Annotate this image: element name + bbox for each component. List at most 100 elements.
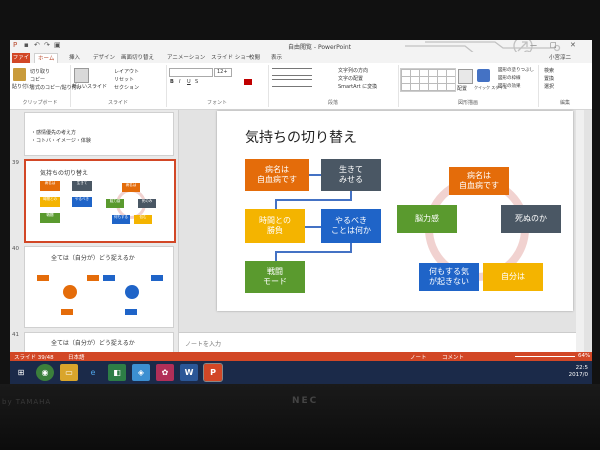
font-size-box[interactable]: 12+: [214, 68, 232, 77]
smartart-button[interactable]: SmartArt に変換: [338, 83, 377, 90]
tab-animations[interactable]: アニメーション: [164, 53, 208, 63]
cycle-box-1[interactable]: 病名は 自血病です: [449, 167, 509, 195]
replace-button[interactable]: 置換: [544, 75, 554, 82]
flow-box-1[interactable]: 病名は 自血病です: [245, 159, 309, 191]
shapes-gallery[interactable]: [400, 68, 456, 92]
tab-design[interactable]: デザイン: [90, 53, 118, 63]
tab-insert[interactable]: 挿入: [66, 53, 83, 63]
bullets-icon[interactable]: [272, 68, 312, 76]
select-button[interactable]: 選択: [544, 83, 554, 90]
underline-button[interactable]: U: [187, 79, 191, 85]
store-icon[interactable]: ◧: [108, 364, 126, 381]
connector-arrow: [275, 251, 277, 261]
cycle-box-2-line1: 死ぬのか: [515, 214, 547, 223]
connector-arrow: [309, 174, 321, 176]
notes-pane[interactable]: ノートを入力: [179, 332, 576, 353]
cycle-box-5-line1: 脳力感: [415, 214, 439, 223]
shape-outline-button[interactable]: 図形の枠線: [498, 75, 521, 81]
tab-review[interactable]: 校閲: [246, 53, 263, 63]
thumbnail-38-line1: ・感情優先の考え方: [31, 130, 77, 136]
shape-effects-button[interactable]: 図形の効果: [498, 83, 521, 89]
flow-box-5[interactable]: 戦闘 モード: [245, 261, 305, 293]
cycle-box-4[interactable]: 何もする気 が起きない: [419, 263, 479, 291]
brand-left: by TAMAHA: [2, 398, 52, 406]
redo-icon[interactable]: ↷: [44, 42, 51, 49]
thumb-box: 病名は: [122, 183, 140, 192]
bold-button[interactable]: B: [170, 79, 174, 85]
connector-arrow: [275, 199, 277, 209]
paste-icon[interactable]: [13, 68, 26, 81]
new-slide-button[interactable]: 新しいスライド: [72, 83, 107, 90]
save-icon[interactable]: ▪: [24, 42, 31, 49]
slide-thumbnail-pane[interactable]: ・感情優先の考え方 ・コトバ・イメージ・体験 39 気持ちの切り替え 病名は 生…: [10, 110, 179, 364]
find-button[interactable]: 検索: [544, 67, 554, 74]
arrange-button[interactable]: 配置: [457, 85, 467, 92]
quick-styles-icon[interactable]: [477, 69, 490, 82]
thumb-box: やるべき: [72, 197, 92, 207]
flow-box-3[interactable]: 時間との 勝負: [245, 209, 305, 243]
thumbnail-38[interactable]: ・感情優先の考え方 ・コトバ・イメージ・体験: [24, 112, 174, 156]
font-label: フォント: [206, 100, 227, 106]
cycle-box-4-line2: が起きない: [429, 277, 469, 286]
language-indicator[interactable]: 日本語: [68, 353, 85, 361]
window-title: 自由閲覧 - PowerPoint: [288, 44, 352, 51]
align-icon[interactable]: [272, 79, 312, 87]
arrange-icon[interactable]: [458, 69, 473, 84]
user-name[interactable]: 小宮淳二: [546, 53, 574, 63]
text-direction-button[interactable]: 文字列の方向: [338, 67, 368, 74]
thumbnail-40[interactable]: 全ては（自分が）どう捉えるか: [24, 246, 174, 328]
undo-icon[interactable]: ↶: [34, 42, 41, 49]
tab-view[interactable]: 表示: [268, 53, 285, 63]
slide-title[interactable]: 気持ちの切り替え: [245, 127, 357, 147]
layout-button[interactable]: レイアウト: [114, 68, 139, 75]
word-icon[interactable]: W: [180, 364, 198, 381]
italic-button[interactable]: I: [179, 79, 180, 85]
file-explorer-icon[interactable]: ▭: [60, 364, 78, 381]
cut-button[interactable]: 切り取り: [30, 68, 50, 75]
tab-transitions[interactable]: 画面切り替え: [118, 53, 157, 63]
start-icon[interactable]: ⊞: [12, 364, 30, 381]
cycle-box-1-line1: 病名は: [467, 171, 491, 180]
shadow-button[interactable]: S: [195, 79, 198, 85]
new-slide-icon[interactable]: [74, 68, 89, 83]
tab-file[interactable]: ファイル: [12, 53, 30, 71]
copy-button[interactable]: コピー: [30, 76, 45, 83]
font-color-icon[interactable]: [244, 79, 252, 85]
font-name-box[interactable]: [169, 68, 213, 77]
zoom-level[interactable]: 64%: [578, 353, 590, 359]
monitor-bezel-bottom: by TAMAHA: [0, 384, 600, 450]
notes-toggle[interactable]: ノート: [410, 353, 427, 361]
ribbon: 貼り付け 切り取り コピー 書式のコピー/貼り付け クリップボード 新しいスライ…: [10, 63, 592, 110]
vertical-scrollbar[interactable]: [576, 110, 584, 352]
chrome-icon[interactable]: ◉: [36, 364, 54, 381]
clock-time: 22:5: [575, 365, 588, 371]
thumb-box: 何もする: [112, 215, 130, 224]
flow-box-4[interactable]: やるべき ことは何か: [321, 209, 381, 243]
thumb-box: 脳力感: [106, 199, 124, 208]
powerpoint-taskbar-icon[interactable]: P: [203, 363, 223, 382]
clock[interactable]: 22:5 2017/0: [569, 365, 588, 379]
thumb-box: 病名は: [40, 181, 60, 191]
cycle-box-2[interactable]: 死ぬのか: [501, 205, 561, 233]
shape-fill-button[interactable]: 図形の塗りつぶし: [498, 67, 534, 73]
thumbnail-41-title: 全ては（自分が）どう捉えるか: [51, 340, 135, 347]
section-button[interactable]: セクション: [114, 84, 139, 91]
thumbnail-39[interactable]: 気持ちの切り替え 病名は 生きて 時間との やるべき 戦闘 病名は 脳力感 死の…: [24, 159, 176, 243]
zoom-slider[interactable]: [515, 356, 575, 357]
reset-button[interactable]: リセット: [114, 76, 134, 83]
connector-arrow: [305, 226, 321, 228]
cycle-box-3[interactable]: 自分は: [483, 263, 543, 291]
current-slide[interactable]: 気持ちの切り替え 病名は 自血病です 生きて みせる 時間との 勝負 やるべき ことは何…: [217, 111, 573, 311]
drawing-group: 配置 クイック スタイル 図形の塗りつぶし 図形の枠線 図形の効果 図形描画: [398, 65, 539, 107]
text-align-button[interactable]: 文字の配置: [338, 75, 363, 82]
internet-explorer-icon[interactable]: e: [84, 364, 102, 381]
thumb-box: 戦闘: [40, 213, 60, 223]
cycle-box-5[interactable]: 脳力感: [397, 205, 457, 233]
cycle-box-1-line2: 自血病です: [459, 181, 499, 190]
flow-box-2[interactable]: 生きて みせる: [321, 159, 381, 191]
slideshow-start-icon[interactable]: ▣: [54, 42, 61, 49]
paste-button[interactable]: 貼り付け: [12, 83, 32, 90]
photos-icon[interactable]: ✿: [156, 364, 174, 381]
comments-toggle[interactable]: コメント: [442, 353, 464, 361]
maps-icon[interactable]: ◈: [132, 364, 150, 381]
